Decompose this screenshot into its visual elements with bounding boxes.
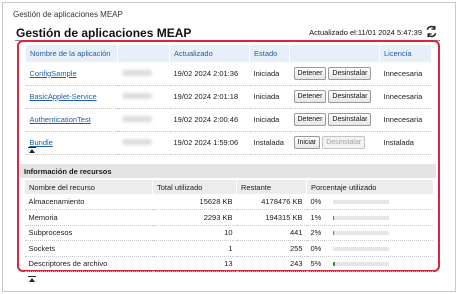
app-license: Innecesaria xyxy=(379,85,431,109)
usage-bar-fill xyxy=(332,215,335,220)
breadcrumb: Gestión de aplicaciones MEAP xyxy=(13,10,123,19)
app-action-button[interactable]: Detener xyxy=(293,90,327,103)
resource-remaining: 255 xyxy=(236,240,307,257)
resource-percent: 1% xyxy=(310,212,322,222)
resources-header-row: Nombre del recurso Total utilizado Resta… xyxy=(24,180,433,194)
resources-table: Nombre del recurso Total utilizado Resta… xyxy=(24,180,433,272)
resource-name: Subprocesos xyxy=(24,225,153,241)
resource-used: 1 xyxy=(152,240,237,257)
app-row: BasicApplet-Service 19/02 2024 2:01:18 Ini… xyxy=(25,85,431,109)
resource-percent: 2% xyxy=(310,228,322,238)
refresh-icon[interactable] xyxy=(425,25,438,38)
col-header-total-used: Total utilizado xyxy=(152,180,237,194)
app-updated-date: 19/02 2024 2:00:46 xyxy=(169,108,250,132)
usage-bar xyxy=(332,262,389,267)
resource-row: Almacenamiento 15628 KB 4178476 KB 0% xyxy=(24,194,433,210)
app-row: Bundle 19/02 2024 1:59:06 Instalada Iniciar… xyxy=(25,131,431,155)
resource-used: 15628 KB xyxy=(152,194,237,210)
app-action-button[interactable]: Detener xyxy=(293,66,327,80)
redacted-version xyxy=(121,69,152,76)
applications-header-row: Nombre de la aplicación Actualizado Esta… xyxy=(25,45,431,62)
applications-table: Nombre de la aplicación Actualizado Esta… xyxy=(25,45,431,155)
uninstall-button[interactable]: Desinstalar xyxy=(328,66,372,80)
page-title: Gestión de aplicaciones MEAP xyxy=(16,26,192,40)
resource-remaining: 4178476 KB xyxy=(236,194,307,210)
app-name-link[interactable]: AuthenticationTest xyxy=(30,115,91,124)
resources-section-title: Información de recursos xyxy=(20,164,436,178)
app-status: Iniciada xyxy=(249,85,290,109)
resource-row: Sockets 1 255 0% xyxy=(24,240,433,257)
resource-name: Sockets xyxy=(24,240,153,257)
app-status: Instalada xyxy=(249,131,290,155)
resource-remaining: 194315 KB xyxy=(236,209,307,226)
usage-bar-fill xyxy=(332,262,336,267)
app-updated-date: 19/02 2024 2:01:18 xyxy=(169,85,250,109)
col-header-resource-name: Nombre del recurso xyxy=(24,180,153,194)
col-header-updated[interactable]: Actualizado xyxy=(169,45,250,62)
collapse-up-icon[interactable] xyxy=(28,276,36,283)
redacted-version xyxy=(121,93,152,99)
resource-remaining: 243 xyxy=(236,256,307,272)
resource-percent: 0% xyxy=(310,243,322,253)
app-action-button[interactable]: Iniciar xyxy=(293,136,321,149)
redacted-version xyxy=(121,116,152,122)
resource-used: 2293 KB xyxy=(152,209,237,226)
uninstall-button: Desinstalar xyxy=(322,136,366,149)
app-action-button[interactable]: Detener xyxy=(293,113,327,126)
app-name-link[interactable]: BasicApplet-Service xyxy=(30,92,97,101)
app-name-link[interactable]: ConfigSample xyxy=(30,69,77,78)
redacted-version xyxy=(121,139,152,145)
uninstall-button[interactable]: Desinstalar xyxy=(328,113,372,126)
app-license: Innecesaria xyxy=(379,62,431,86)
app-row: ConfigSample 19/02 2024 2:01:36 Iniciada De… xyxy=(25,62,431,86)
resource-name: Almacenamiento xyxy=(24,194,153,210)
resource-row: Memoria 2293 KB 194315 KB 1% xyxy=(24,209,433,226)
app-updated-date: 19/02 2024 1:59:06 xyxy=(169,131,250,155)
usage-bar xyxy=(332,200,389,205)
usage-bar xyxy=(332,246,389,251)
resource-remaining: 441 xyxy=(236,225,307,241)
resource-name: Memoria xyxy=(24,209,153,226)
app-license: Innecesaria xyxy=(379,108,431,132)
resource-used: 13 xyxy=(152,256,237,272)
col-header-percent-used: Porcentaje utilizado xyxy=(306,180,433,194)
collapse-up-icon[interactable] xyxy=(28,147,36,154)
resource-row: Subprocesos 10 441 2% xyxy=(24,225,433,241)
usage-bar xyxy=(332,215,389,220)
col-header-license[interactable]: Licencia xyxy=(379,45,431,62)
last-updated-text: Actualizado el:11/01 2024 5:47:39 xyxy=(309,28,422,37)
usage-bar xyxy=(332,231,389,236)
resource-name: Descriptores de archivo xyxy=(24,256,153,272)
app-license: Instalada xyxy=(379,131,431,155)
col-header-status[interactable]: Estado xyxy=(249,45,290,62)
usage-bar-fill xyxy=(332,231,335,236)
app-status: Iniciada xyxy=(249,108,290,132)
resource-used: 10 xyxy=(152,225,237,241)
resource-row: Descriptores de archivo 13 243 5% xyxy=(24,256,433,272)
resource-percent: 0% xyxy=(310,197,322,206)
col-header-name[interactable]: Nombre de la aplicación xyxy=(25,45,118,62)
resource-percent: 5% xyxy=(310,259,322,269)
app-row: AuthenticationTest 19/02 2024 2:00:46 Inic… xyxy=(25,108,431,132)
uninstall-button[interactable]: Desinstalar xyxy=(328,90,372,103)
app-name-link[interactable]: Bundle xyxy=(30,138,53,147)
col-header-remaining: Restante xyxy=(236,180,307,194)
app-status: Iniciada xyxy=(249,62,290,86)
app-updated-date: 19/02 2024 2:01:36 xyxy=(169,62,250,86)
